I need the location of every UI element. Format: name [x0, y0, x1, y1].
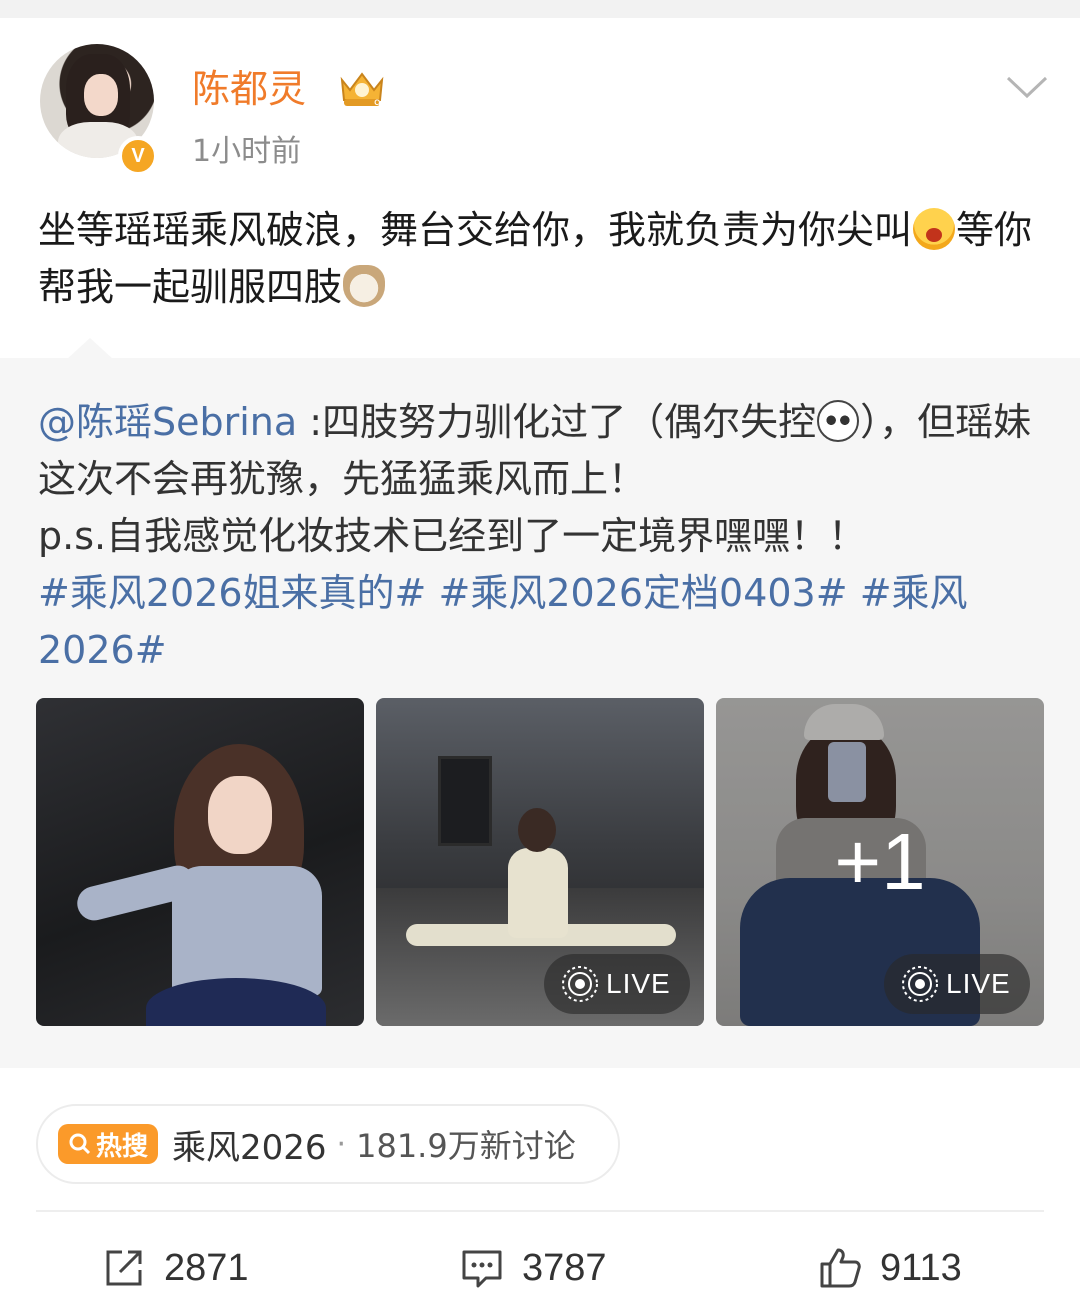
live-label: LIVE	[606, 968, 671, 999]
thumbs-up-icon	[820, 1248, 861, 1288]
comment-count: 3787	[522, 1246, 607, 1289]
like-count: 9113	[880, 1246, 962, 1289]
search-icon	[69, 1133, 91, 1155]
live-photo-badge: LIVE	[544, 954, 690, 1014]
live-photo-icon	[562, 966, 598, 1002]
photo-thumbnail[interactable]: +1 LIVE	[716, 698, 1044, 1026]
top-strip	[0, 0, 1080, 18]
divider	[36, 1210, 1044, 1212]
svg-text:9: 9	[374, 97, 381, 110]
repost-count: 2871	[164, 1246, 249, 1289]
repost-text-part1: :四肢努力驯化过了（偶尔失控	[297, 400, 817, 444]
hot-search-separator: ·	[336, 1126, 347, 1162]
photo-figure-face	[208, 776, 272, 854]
photo-figure-head	[518, 808, 556, 852]
photo-thumbnail[interactable]	[36, 698, 364, 1026]
repost-button[interactable]: 2871	[100, 1240, 249, 1296]
repost-text: @陈瑶Sebrina :四肢努力驯化过了（偶尔失控 ），但瑶妹这次不会再犹豫，先猛…	[38, 394, 1048, 679]
author-name[interactable]: 陈都灵	[192, 64, 306, 114]
hot-search-count: 181.9万新讨论	[356, 1127, 576, 1165]
share-icon	[106, 1250, 142, 1286]
photo-thumbnail[interactable]: LIVE	[376, 698, 704, 1026]
hot-search-badge-label: 热搜	[96, 1131, 149, 1162]
photo-figure-top	[172, 866, 322, 996]
photo-figure-body	[508, 848, 568, 938]
post-text: 坐等瑶瑶乘风破浪，舞台交给你，我就负责为你尖叫 等你帮我一起驯服四肢	[38, 202, 1048, 316]
live-label: LIVE	[946, 968, 1011, 999]
photo-window	[438, 756, 492, 846]
post-time: 1小时前	[192, 134, 302, 169]
shout-emoji-icon	[913, 208, 956, 250]
hot-search-pill[interactable]: 热搜 乘风2026 · 181.9万新讨论	[36, 1104, 620, 1184]
post-text-part1: 坐等瑶瑶乘风破浪，舞台交给你，我就负责为你尖叫	[38, 208, 913, 252]
repost-pointer	[66, 338, 114, 360]
hashtag-link[interactable]: #乘风2026姐来真的#	[38, 571, 426, 615]
like-button[interactable]: 9113	[816, 1240, 962, 1296]
hot-search-badge: 热搜	[58, 1124, 159, 1164]
comment-icon	[462, 1250, 502, 1288]
hot-search-topic: 乘风2026	[172, 1127, 327, 1168]
verified-badge: V	[118, 136, 158, 176]
live-photo-badge: LIVE	[884, 954, 1030, 1014]
repost-text-part3: p.s.自我感觉化妆技术已经到了一定境界嘿嘿！！	[38, 514, 867, 558]
mention-link[interactable]: @陈瑶Sebrina	[38, 400, 297, 444]
cat-emoji-icon	[343, 265, 386, 307]
crown-level-icon[interactable]: 9	[334, 66, 390, 110]
avatar-face	[84, 74, 118, 116]
chevron-down-icon[interactable]	[1004, 72, 1050, 102]
hashtag-link[interactable]: #乘风2026定档0403#	[438, 571, 847, 615]
panda-emoji-icon	[817, 400, 860, 442]
comment-button[interactable]: 3787	[458, 1240, 607, 1296]
live-photo-icon	[902, 966, 938, 1002]
